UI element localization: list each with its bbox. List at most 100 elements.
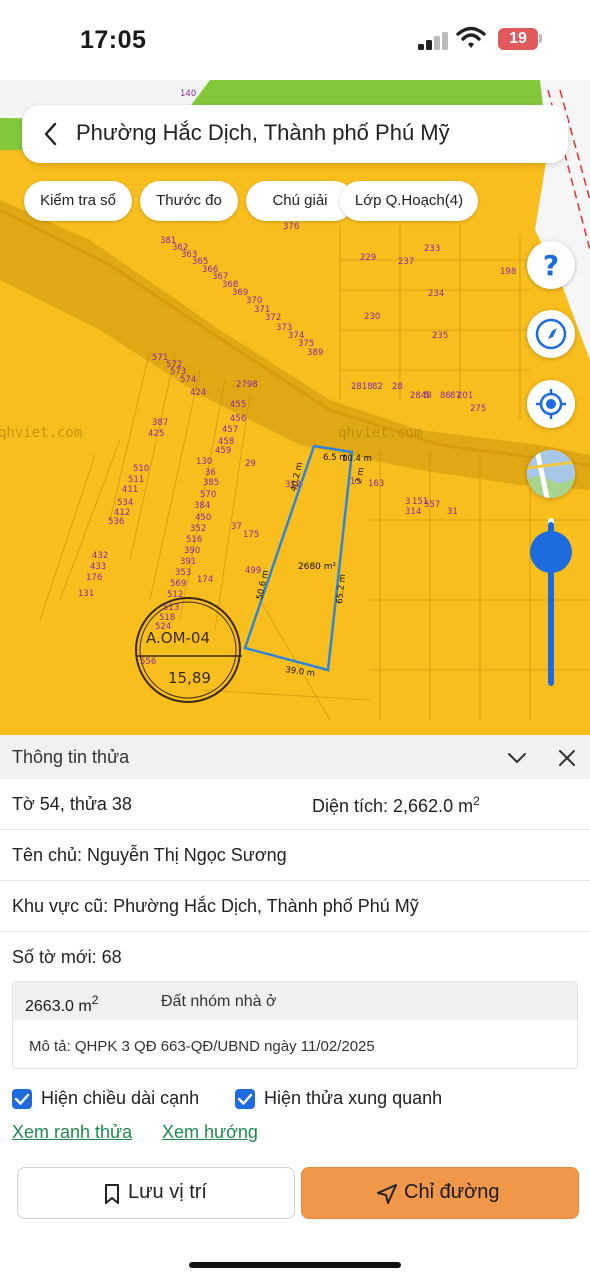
help-button[interactable]: ? (527, 241, 575, 289)
chip-planning-layer[interactable]: Lớp Q.Hoạch(4) (340, 181, 478, 221)
lot-number-label: 536 (108, 517, 124, 527)
lot-number-label: 82 (372, 382, 383, 392)
locate-button[interactable] (527, 380, 575, 428)
directions-label: Chỉ đường (404, 1181, 500, 1203)
svg-text:qhviet.com: qhviet.com (338, 425, 422, 441)
lot-number-label: 574 (180, 375, 196, 385)
lot-number-label: 387 (152, 418, 168, 428)
owner-label: Tên chủ: Nguyễn Thị Ngọc Sương (12, 845, 287, 865)
chip-check-book[interactable]: Kiểm tra sổ (24, 181, 132, 221)
map-canvas: qhviet.com qhviet.com A.OM-04 15,89 2680… (0, 80, 590, 721)
lot-number-label: 29 (245, 459, 256, 469)
lot-number-label: 376 (283, 222, 299, 232)
compass-icon (535, 318, 567, 350)
lot-number-label: 534 (117, 498, 133, 508)
cellular-signal-icon (418, 30, 450, 50)
home-indicator[interactable] (189, 1262, 401, 1268)
row-sheet-area: Tờ 54, thửa 38 Diện tích: 2,662.0 m2 (0, 779, 590, 830)
lot-number-label: 131 (78, 589, 94, 599)
lot-number-label: 2798 (236, 380, 258, 390)
lot-number-label: 130 (196, 457, 212, 467)
back-arrow-icon[interactable] (40, 120, 62, 148)
planning-area: 2663.0 m2 (25, 993, 98, 1016)
chevron-down-icon[interactable] (506, 747, 528, 769)
lot-number-label: 384 (194, 501, 210, 511)
save-location-label: Lưu vị trí (128, 1181, 207, 1203)
lot-number-label: 230 (364, 312, 380, 322)
satellite-layer-icon (527, 450, 575, 498)
edge-length-label: 10.4 m (342, 454, 372, 464)
close-icon[interactable] (556, 747, 578, 769)
satellite-layer-button[interactable] (527, 450, 575, 498)
show-edge-lengths-label: Hiện chiều dài cạnh (41, 1088, 200, 1108)
row-old-area: Khu vực cũ: Phường Hắc Dịch, Thành phố P… (0, 881, 590, 932)
lot-number-label: 459 (215, 446, 231, 456)
zone-value-label: 15,89 (168, 669, 211, 687)
compass-button[interactable] (527, 310, 575, 358)
title-bar: Phường Hắc Dịch, Thành phố Phú Mỹ (22, 105, 568, 163)
lot-number-label: 411 (122, 485, 138, 495)
wifi-icon (456, 26, 486, 48)
lot-number-label: 314 (405, 507, 421, 517)
planning-land-type: Đất nhóm nhà ở (161, 993, 277, 1010)
battery-nub (539, 34, 542, 43)
row-new-sheet: Số tờ mới: 68 (0, 932, 590, 983)
status-time: 17:05 (80, 26, 147, 54)
area-value: Diện tích: 2,662.0 m2 (312, 794, 480, 817)
battery-indicator: 19 (498, 28, 538, 50)
bookmark-icon (105, 1184, 119, 1204)
lot-number-label: 198 (500, 267, 516, 277)
chip-legend[interactable]: Chú giải (246, 181, 354, 221)
lot-number-label: 353 (175, 568, 191, 578)
lot-number-label: 425 (148, 429, 164, 439)
lot-number-label: 433 (90, 562, 106, 572)
chip-ruler[interactable]: Thước đo (140, 181, 238, 221)
help-icon: ? (543, 249, 559, 282)
area-text: Diện tích: 2,662.0 m (312, 796, 474, 816)
row-owner: Tên chủ: Nguyễn Thị Ngọc Sương (0, 830, 590, 881)
lot-number-label: 28 (392, 382, 403, 392)
directions-button[interactable]: Chỉ đường (301, 1167, 579, 1219)
show-neighbors-label: Hiện thửa xung quanh (264, 1088, 443, 1108)
lot-number-label: 385 (203, 478, 219, 488)
navigation-arrow-icon (377, 1184, 397, 1204)
lot-number-label: 511 (128, 475, 144, 485)
checkbox-checked-icon (12, 1089, 32, 1109)
svg-text:?: ? (543, 249, 559, 282)
lot-number-label: 524 (155, 622, 171, 632)
lot-number-label: 424 (190, 388, 206, 398)
lot-number-label: 31 (447, 507, 458, 517)
area-unit-sup: 2 (473, 794, 480, 808)
lot-number-label: 229 (360, 253, 376, 263)
locate-icon (536, 389, 566, 419)
lot-number-label: 432 (92, 551, 108, 561)
lot-number-label: 372 (265, 313, 281, 323)
zoom-slider-thumb[interactable] (530, 531, 572, 573)
planning-description: Mô tả: QHPK 3 QĐ 663-QĐ/UBND ngày 11/02/… (29, 1038, 375, 1055)
lot-number-label: 175 (243, 530, 259, 540)
save-location-button[interactable]: Lưu vị trí (17, 1167, 295, 1219)
lot-number-label: 234 (428, 289, 444, 299)
map-view[interactable]: qhviet.com qhviet.com A.OM-04 15,89 2680… (0, 80, 590, 735)
status-bar: 17:05 19 (0, 0, 590, 80)
svg-text:qhviet.com: qhviet.com (0, 425, 82, 441)
view-boundary-link[interactable]: Xem ranh thửa (12, 1122, 132, 1143)
planning-area-text: 2663.0 m (25, 998, 92, 1015)
lot-number-label: 391 (180, 557, 196, 567)
panel-title: Thông tin thửa (12, 747, 130, 767)
lot-number-label: 352 (190, 524, 206, 534)
lot-number-label: 455 (230, 400, 246, 410)
new-sheet-label: Số tờ mới: 68 (12, 947, 122, 967)
lot-number-label: 512 (167, 590, 183, 600)
planning-header: 2663.0 m2 Đất nhóm nhà ở (13, 982, 577, 1020)
lot-number-label: 235 (432, 331, 448, 341)
lot-number-label: 140 (180, 89, 196, 99)
lot-number-label: 2818 (351, 382, 373, 392)
lot-number-label: 557 (424, 500, 440, 510)
lot-number-label: 174 (197, 575, 213, 585)
parcel-info-panel: Thông tin thửa Tờ 54, thửa 38 Diện tích:… (0, 735, 590, 1280)
edge-length-label: 65.2 m (335, 574, 348, 605)
sheet-parcel-label: Tờ 54, thửa 38 (12, 794, 132, 814)
lot-number-label: 36 (205, 468, 216, 478)
view-direction-link[interactable]: Xem hướng (162, 1122, 258, 1143)
